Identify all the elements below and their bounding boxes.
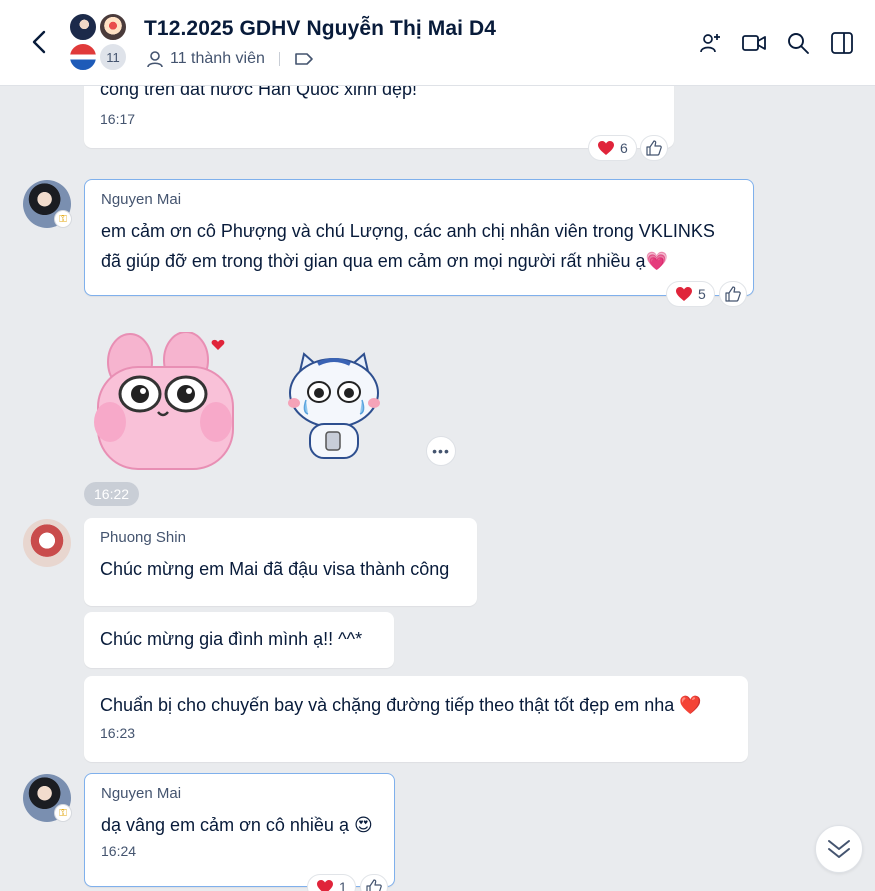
pink-heart-emoji: 💗 (645, 251, 668, 271)
scroll-to-bottom-button[interactable] (815, 825, 863, 873)
heart-icon (598, 141, 614, 155)
header-actions (695, 28, 857, 58)
reaction-count: 6 (620, 140, 628, 156)
sender-avatar[interactable] (23, 519, 71, 567)
message-time: 16:23 (100, 725, 136, 741)
conversation-subtitle: 11 thành viên (146, 50, 314, 68)
heart-icon (317, 880, 333, 891)
reaction-count: 5 (698, 286, 706, 302)
add-user-icon (700, 34, 720, 53)
heart-icon (676, 287, 692, 301)
message-text: Chuẩn bị cho chuyến bay và chặng đường t… (100, 690, 732, 720)
message-text: dạ vâng em cảm ơn cô nhiều ạ 😍 (101, 810, 378, 840)
tag-icon[interactable] (294, 51, 314, 67)
chat-header: 11 T12.2025 GDHV Nguyễn Thị Mai D4 11 th… (0, 0, 875, 86)
reaction-summary[interactable]: 1 (307, 874, 356, 891)
message-bubble[interactable]: Nguyen Mai dạ vâng em cảm ơn cô nhiều ạ … (84, 773, 395, 887)
sidebar-toggle-icon (831, 32, 853, 54)
message-text: công trên đất nước Hàn Quốc xinh đẹp! (100, 86, 418, 99)
message-line-text: đã giúp đỡ em trong thời gian qua em cảm… (101, 251, 646, 271)
member-count-badge: 11 (98, 42, 128, 72)
divider (278, 52, 280, 66)
message-time: 16:17 (100, 111, 136, 127)
add-member-button[interactable] (695, 28, 725, 58)
message-list[interactable]: công trên đất nước Hàn Quốc xinh đẹp! 16… (0, 86, 875, 891)
message-text: em cảm ơn cô Phượng và chú Lượng, các an… (101, 216, 737, 276)
reaction-summary[interactable]: 6 (588, 135, 637, 161)
search-icon (788, 33, 809, 54)
chevron-left-icon (32, 30, 46, 54)
message-text: Chúc mừng gia đình mình ạ!! ^^* (100, 629, 363, 649)
message-bubble[interactable]: công trên đất nước Hàn Quốc xinh đẹp! 16… (84, 86, 674, 148)
reaction-summary[interactable]: 5 (666, 281, 715, 307)
message-bubble[interactable]: Phuong Shin Chúc mừng em Mai đã đậu visa… (84, 518, 477, 606)
member-avatar (98, 12, 128, 42)
thumbs-up-icon (725, 286, 741, 302)
members-link[interactable]: 11 thành viên (170, 50, 265, 68)
video-call-icon (742, 35, 766, 51)
more-options-button[interactable]: ••• (426, 436, 456, 466)
sender-name: Nguyen Mai (101, 785, 182, 802)
message-bubble[interactable]: Chuẩn bị cho chuyến bay và chặng đường t… (84, 676, 748, 762)
thumbs-up-icon (646, 140, 662, 156)
video-call-button[interactable] (739, 28, 769, 58)
sender-name: Nguyen Mai (101, 191, 182, 208)
reaction-count: 1 (339, 879, 347, 891)
person-icon (147, 51, 163, 68)
like-button[interactable] (360, 874, 388, 891)
heart-eyes-emoji: 😍 (353, 815, 373, 835)
message-text-content: dạ vâng em cảm ơn cô nhiều ạ (101, 815, 349, 835)
red-heart-emoji: ❤️ (679, 695, 702, 715)
double-chevron-down-icon (828, 840, 850, 858)
message-bubble[interactable]: Chúc mừng gia đình mình ạ!! ^^* (84, 612, 394, 668)
key-icon: ⚿ (54, 804, 72, 822)
back-button[interactable] (26, 28, 52, 56)
conversation-title: T12.2025 GDHV Nguyễn Thị Mai D4 (144, 17, 497, 40)
bunny-sticker[interactable] (88, 332, 238, 472)
sidebar-toggle-button[interactable] (827, 28, 857, 58)
sender-name: Phuong Shin (100, 529, 186, 546)
message-line: đã giúp đỡ em trong thời gian qua em cảm… (101, 246, 737, 276)
like-button[interactable] (719, 281, 747, 307)
message-line: em cảm ơn cô Phượng và chú Lượng, các an… (101, 221, 715, 241)
member-avatar (68, 42, 98, 72)
group-avatar[interactable]: 11 (68, 12, 132, 74)
thumbs-up-icon (366, 879, 382, 891)
message-time: 16:24 (101, 843, 137, 859)
message-time-pill: 16:22 (84, 482, 140, 506)
message-bubble[interactable]: Nguyen Mai em cảm ơn cô Phượng và chú Lư… (84, 179, 754, 296)
key-icon: ⚿ (54, 210, 72, 228)
member-avatar (68, 12, 98, 42)
like-button[interactable] (640, 135, 668, 161)
message-text-content: Chuẩn bị cho chuyến bay và chặng đường t… (100, 695, 675, 715)
search-button[interactable] (783, 28, 813, 58)
cat-sticker[interactable] (284, 348, 384, 462)
message-text: Chúc mừng em Mai đã đậu visa thành công (100, 559, 450, 579)
